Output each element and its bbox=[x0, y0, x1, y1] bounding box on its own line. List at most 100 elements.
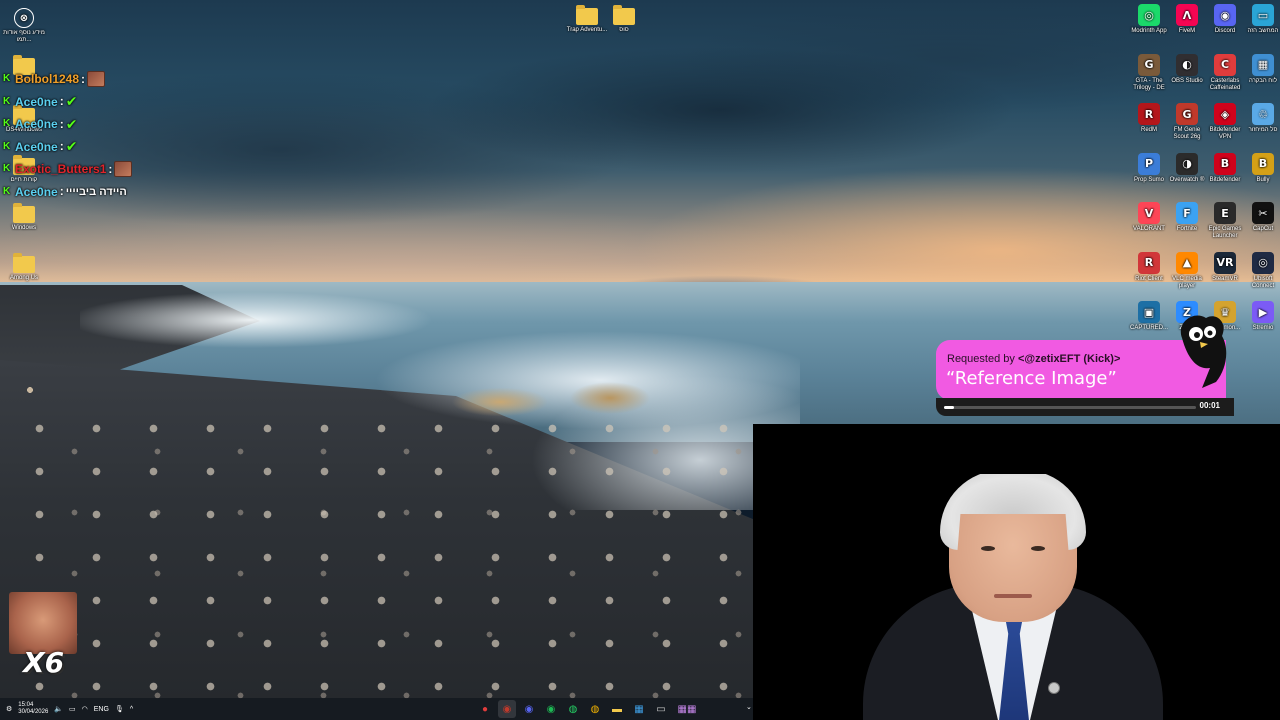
desktop-shortcut-fortnite[interactable]: F Fortnite bbox=[1167, 202, 1207, 233]
desktop-shortcut-gta[interactable]: G GTA - The Trilogy - DE bbox=[1129, 53, 1169, 92]
taskbar-group-icon[interactable]: ▦▦ bbox=[674, 700, 700, 718]
desktop-icon-label: FM Genie Scout 26g bbox=[1173, 127, 1201, 140]
wallpaper-pebbles bbox=[0, 400, 760, 700]
chat-text: היידה ביביייי bbox=[65, 185, 127, 198]
valorant-icon: V bbox=[1138, 202, 1160, 224]
checkmark-emote-icon: ✔ bbox=[65, 93, 78, 110]
microphone-icon[interactable]: 🎙 bbox=[115, 705, 124, 713]
face-emote-icon bbox=[114, 160, 133, 177]
desktop-icon-label: OBS Studio bbox=[1171, 77, 1203, 84]
clock-time: 15:04 bbox=[18, 702, 34, 708]
media-time: 00:01 bbox=[1199, 401, 1220, 410]
recycle-bin-icon: ♲ bbox=[1252, 103, 1274, 125]
desktop-shortcut-prop-sumo[interactable]: P Prop Sumo bbox=[1129, 152, 1169, 184]
fivem-icon: Λ bbox=[1176, 4, 1198, 26]
desktop-shortcut-modrinth[interactable]: ◎ Modrinth App bbox=[1129, 4, 1169, 35]
desktop-icon-folder-sus[interactable]: סוס bbox=[602, 5, 646, 34]
chat-username[interactable]: Bolbol1248 bbox=[15, 72, 79, 86]
desktop-icon-label: Epic Games Launcher bbox=[1208, 226, 1242, 239]
desktop-shortcut-fivem[interactable]: Λ FiveM bbox=[1167, 4, 1207, 35]
media-request-card: Requested by <@zetixEFT (Kick)> “Referen… bbox=[936, 315, 1236, 420]
checkmark-emote-icon: ✔ bbox=[65, 115, 78, 132]
desktop-shortcut-vlc[interactable]: ▲ VLC media player bbox=[1167, 251, 1207, 290]
desktop-icon-label: FiveM bbox=[1178, 28, 1196, 34]
riot-client-icon: R bbox=[1138, 251, 1160, 274]
media-progress-bar: 00:01 bbox=[936, 398, 1234, 416]
kick-badge-icon: K bbox=[3, 185, 11, 197]
desktop-shortcut-computer[interactable]: ▭ המחשב הזה bbox=[1243, 4, 1280, 35]
overwatch-icon: ◑ bbox=[1176, 152, 1198, 175]
desktop-icon-folder-among-us[interactable]: Among Us bbox=[2, 253, 46, 282]
chat-separator: : bbox=[59, 184, 64, 199]
desktop-shortcut-bitdefender-vpn[interactable]: ◈ Bitdefender VPN bbox=[1205, 103, 1245, 141]
desktop-icon-label: המחשב הזה bbox=[1247, 28, 1279, 34]
chat-message: K Bolbol1248: bbox=[3, 68, 173, 91]
chat-separator: : bbox=[59, 94, 64, 109]
chat-username[interactable]: Exotic_Butters1 bbox=[15, 162, 106, 176]
desktop-icon-label: Casterlabs Caffeinated bbox=[1209, 77, 1241, 91]
progress-track bbox=[944, 406, 1196, 409]
desktop-shortcut-obs[interactable]: ◐ OBS Studio bbox=[1167, 53, 1207, 85]
chat-username[interactable]: Ace0ne bbox=[15, 94, 58, 108]
tray-overflow-chevron-icon[interactable]: ^ bbox=[130, 706, 133, 713]
desktop-shortcut-riot-client[interactable]: R Riot Client bbox=[1129, 251, 1169, 283]
desktop-icon-folder-windows[interactable]: Windows bbox=[2, 203, 46, 232]
desktop-shortcut-bully[interactable]: B Bully bbox=[1243, 152, 1280, 184]
chat-username[interactable]: Ace0ne bbox=[15, 117, 58, 131]
desktop-icon-label: Riot Client bbox=[1135, 275, 1163, 282]
taskbar-chrome-icon[interactable]: ◍ bbox=[586, 700, 604, 718]
bully-icon: B bbox=[1252, 152, 1274, 175]
desktop-icon-label: Modrinth App bbox=[1131, 28, 1167, 34]
tray-end-chevron-icon[interactable]: ⌄ bbox=[746, 703, 752, 711]
desktop-shortcut-recycle-bin[interactable]: ♲ סל המיחזור bbox=[1243, 103, 1280, 134]
network-icon[interactable]: ▭ bbox=[69, 705, 76, 713]
captured-icon: ▣ bbox=[1138, 301, 1160, 323]
settings-icon[interactable]: ⚙ bbox=[6, 705, 12, 713]
desktop-icon-label: Fortnite bbox=[1176, 226, 1198, 232]
taskbar-clock[interactable]: 15:04 30/04/2026 bbox=[18, 702, 48, 716]
desktop-shortcut-ubisoft[interactable]: ◎ Ubisoft Connect bbox=[1243, 251, 1280, 290]
taskbar-casterlabs-icon[interactable]: ● bbox=[476, 700, 494, 718]
taskbar-store-icon[interactable]: ▦ bbox=[630, 700, 648, 718]
desktop-shortcut-bitdefender[interactable]: B Bitdefender bbox=[1205, 152, 1245, 184]
volume-icon[interactable]: 🔈 bbox=[54, 705, 63, 713]
desktop-shortcut-casterlabs[interactable]: C Casterlabs Caffeinated bbox=[1205, 53, 1245, 92]
desktop-shortcut-discord[interactable]: ◉ Discord bbox=[1205, 4, 1245, 35]
wifi-icon[interactable]: ◠ bbox=[82, 705, 88, 713]
epic-games-icon: E bbox=[1214, 202, 1236, 224]
person-mouth bbox=[994, 594, 1032, 598]
folder-icon bbox=[13, 253, 35, 273]
desktop-shortcut-valorant[interactable]: V VALORANT bbox=[1129, 202, 1169, 233]
folder-icon bbox=[13, 203, 35, 223]
language-indicator[interactable]: ENG bbox=[94, 706, 109, 713]
taskbar-file-explorer-icon[interactable]: ▬ bbox=[608, 700, 626, 718]
desktop-shortcut-steamvr[interactable]: VR SteamVR bbox=[1205, 251, 1245, 283]
chat-username[interactable]: Ace0ne bbox=[15, 139, 58, 153]
desktop-shortcut-overwatch[interactable]: ◑ Overwatch ® bbox=[1167, 152, 1207, 184]
taskbar-discord-icon[interactable]: ◉ bbox=[520, 700, 538, 718]
requested-by-label: Requested by <@zetixEFT (Kick)> bbox=[947, 353, 1120, 365]
ubisoft-icon: ◎ bbox=[1252, 251, 1274, 274]
desktop-shortcut-control-panel[interactable]: ▦ לוח הבקרה bbox=[1243, 53, 1280, 85]
vlc-icon: ▲ bbox=[1176, 251, 1198, 274]
laughing-face-emote bbox=[9, 592, 77, 654]
desktop-icon-info[interactable]: ⊗ מידע נוסף אודות תמו... bbox=[2, 8, 46, 44]
desktop-shortcut-epic-games[interactable]: E Epic Games Launcher bbox=[1205, 202, 1245, 240]
taskbar-whatsapp-icon[interactable]: ◍ bbox=[564, 700, 582, 718]
desktop-icon-label: מידע נוסף אודות תמו... bbox=[3, 30, 45, 43]
chat-message: K Ace0ne: היידה ביביייי bbox=[3, 181, 173, 204]
taskbar-spotify-icon[interactable]: ◉ bbox=[542, 700, 560, 718]
person-eye-left bbox=[981, 546, 995, 551]
taskbar-fm-genie-icon[interactable]: ◉ bbox=[498, 700, 516, 718]
chat-separator: : bbox=[108, 161, 113, 176]
desktop-icon-label: לוח הבקרה bbox=[1249, 77, 1277, 84]
chat-username[interactable]: Ace0ne bbox=[15, 184, 58, 198]
desktop-shortcut-captured[interactable]: ▣ CAPTURED... bbox=[1129, 301, 1169, 332]
taskbar-window-icon[interactable]: ▭ bbox=[652, 700, 670, 718]
desktop-icon-label: CapCut bbox=[1252, 226, 1274, 232]
desktop-shortcut-fm-genie[interactable]: G FM Genie Scout 26g bbox=[1167, 103, 1207, 141]
requested-by-user: <@zetixEFT (Kick)> bbox=[1017, 353, 1121, 365]
desktop-shortcut-stremio[interactable]: ▶ Stremio bbox=[1243, 301, 1280, 332]
desktop-shortcut-capcut[interactable]: ✂ CapCut bbox=[1243, 202, 1280, 233]
desktop-shortcut-redm[interactable]: R RedM bbox=[1129, 103, 1169, 134]
